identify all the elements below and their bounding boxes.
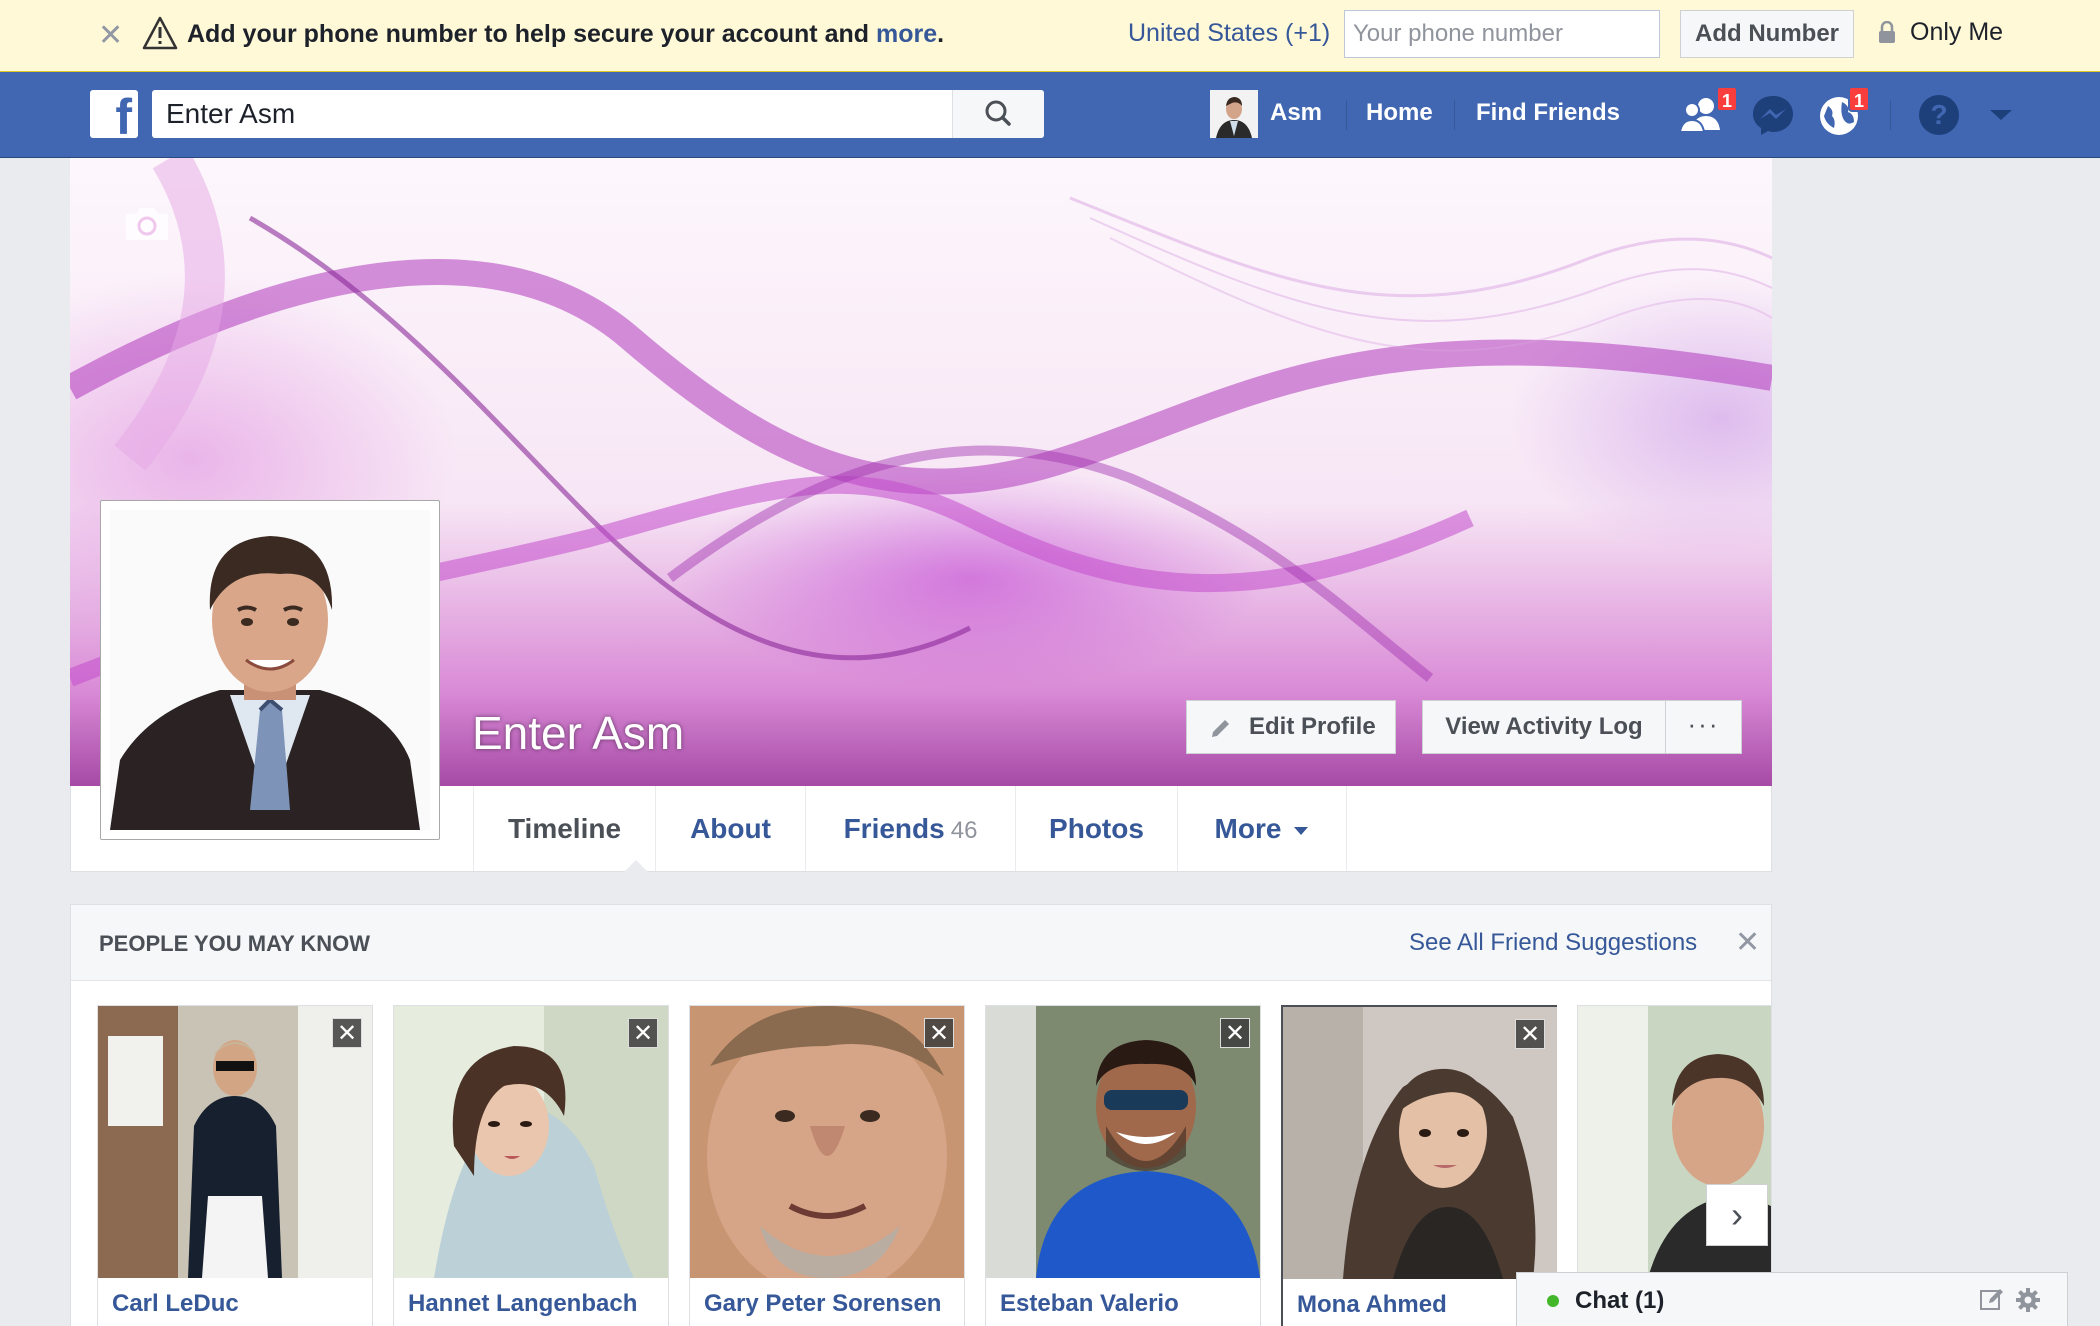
facebook-logo-icon[interactable]: f [90, 90, 138, 142]
update-cover-camera-icon[interactable] [122, 204, 172, 244]
pencil-icon [1212, 720, 1229, 737]
add-number-button[interactable]: Add Number [1680, 10, 1854, 58]
suggestion-photo[interactable] [986, 1006, 1260, 1278]
banner-message-text: Add your phone number to help secure you… [187, 20, 876, 48]
nav-profile-link[interactable]: Asm [1270, 99, 1322, 127]
chat-bar[interactable]: Chat (1) [1516, 1272, 2068, 1326]
pymk-close-icon[interactable]: ✕ [1735, 925, 1760, 960]
banner-period: . [937, 20, 945, 48]
view-activity-log-label: View Activity Log [1445, 713, 1643, 740]
tab-friends-label: Friends [843, 813, 945, 844]
person-photo [394, 1006, 668, 1278]
privacy-label: Only Me [1910, 18, 2004, 46]
search-input[interactable] [152, 90, 952, 138]
privacy-selector[interactable]: Only Me [1878, 18, 2003, 47]
banner-message: Add your phone number to help secure you… [187, 20, 944, 49]
suggestion-card[interactable]: ✕ Hannet Langenbach [393, 1005, 669, 1326]
person-photo [98, 1006, 372, 1278]
pymk-header: PEOPLE YOU MAY KNOW See All Friend Sugge… [71, 905, 1771, 981]
person-photo [986, 1006, 1260, 1278]
top-navigation-bar: f Asm Home Find Friends 1 [0, 72, 2100, 158]
search-bar [152, 90, 1044, 138]
messenger-icon[interactable] [1748, 90, 1798, 140]
banner-more-link[interactable]: more [876, 20, 937, 48]
see-all-suggestions-link[interactable]: See All Friend Suggestions [1409, 929, 1697, 957]
pymk-title: PEOPLE YOU MAY KNOW [99, 931, 370, 956]
tab-timeline-label: Timeline [507, 813, 622, 844]
active-tab-caret [624, 860, 648, 872]
suggestion-photo[interactable] [690, 1006, 964, 1278]
suggestion-photo[interactable] [98, 1006, 372, 1278]
suggestion-card[interactable]: ✕ Esteban Valerio [985, 1005, 1261, 1326]
edit-profile-label: Edit Profile [1249, 713, 1376, 740]
dismiss-suggestion-icon[interactable]: ✕ [1220, 1018, 1250, 1048]
nav-divider [1346, 100, 1347, 130]
phone-number-input[interactable] [1344, 10, 1660, 58]
nav-divider [1890, 100, 1891, 130]
view-activity-log-button[interactable]: View Activity Log [1422, 700, 1666, 754]
profile-photo-image [110, 510, 430, 830]
dismiss-suggestion-icon[interactable]: ✕ [1515, 1019, 1545, 1049]
profile-name: Enter Asm [472, 707, 685, 759]
friends-count: 46 [950, 817, 978, 844]
suggestion-name[interactable]: Esteban Valerio [1000, 1290, 1179, 1318]
nav-home-link[interactable]: Home [1366, 99, 1433, 127]
suggestion-name[interactable]: Hannet Langenbach [408, 1290, 637, 1318]
dismiss-suggestion-icon[interactable]: ✕ [332, 1018, 362, 1048]
dismiss-suggestion-icon[interactable]: ✕ [924, 1018, 954, 1048]
tab-about-label: About [690, 813, 771, 844]
svg-text:?: ? [1930, 99, 1947, 130]
chat-label: Chat (1) [1575, 1287, 1665, 1314]
more-dots-icon: ··· [1687, 709, 1720, 739]
tab-more[interactable]: More [1177, 786, 1347, 871]
tab-friends[interactable]: Friends 46 [805, 786, 1015, 871]
online-status-dot [1547, 1295, 1559, 1307]
tab-timeline[interactable]: Timeline [473, 786, 655, 871]
suggestion-name[interactable]: Gary Peter Sorensen [704, 1290, 941, 1318]
avatar-image [1210, 90, 1258, 138]
new-message-icon[interactable] [1979, 1287, 2005, 1313]
chat-settings-gear-icon[interactable] [2015, 1287, 2041, 1313]
next-suggestions-chevron-right-icon[interactable]: › [1706, 1184, 1768, 1246]
people-you-may-know-panel: PEOPLE YOU MAY KNOW See All Friend Sugge… [70, 904, 1772, 1326]
tab-photos[interactable]: Photos [1015, 786, 1177, 871]
suggestion-name[interactable]: Mona Ahmed [1297, 1291, 1447, 1319]
tab-about[interactable]: About [655, 786, 805, 871]
nav-divider [1454, 100, 1455, 130]
suggestion-photo[interactable] [394, 1006, 668, 1278]
search-icon [985, 100, 1011, 126]
notifications-badge: 1 [1848, 86, 1871, 112]
tab-more-label: More [1214, 813, 1282, 844]
help-icon[interactable]: ? [1914, 90, 1964, 140]
banner-close-icon[interactable]: ✕ [98, 21, 123, 51]
nav-find-friends-link[interactable]: Find Friends [1476, 99, 1620, 127]
dismiss-suggestion-icon[interactable]: ✕ [628, 1018, 658, 1048]
person-photo [690, 1006, 964, 1278]
country-code-selector[interactable]: United States (+1) [1128, 19, 1330, 48]
profile-picture[interactable] [100, 500, 440, 840]
suggestion-card[interactable]: ✕ Gary Peter Sorensen [689, 1005, 965, 1326]
search-button[interactable] [952, 90, 1044, 138]
phone-number-banner: ✕ Add your phone number to help secure y… [0, 0, 2100, 72]
chevron-down-icon [1294, 826, 1309, 835]
edit-profile-button[interactable]: Edit Profile [1186, 700, 1396, 754]
nav-user-avatar[interactable] [1210, 90, 1258, 138]
suggestion-name[interactable]: Carl LeDuc [112, 1290, 239, 1318]
tab-photos-label: Photos [1049, 813, 1144, 844]
profile-more-options-button[interactable]: ··· [1666, 700, 1742, 754]
suggestion-card[interactable]: ✕ Carl LeDuc [97, 1005, 373, 1326]
account-menu-chevron-icon[interactable] [1976, 90, 2026, 140]
warning-icon [142, 16, 178, 50]
friend-requests-badge: 1 [1716, 86, 1739, 112]
